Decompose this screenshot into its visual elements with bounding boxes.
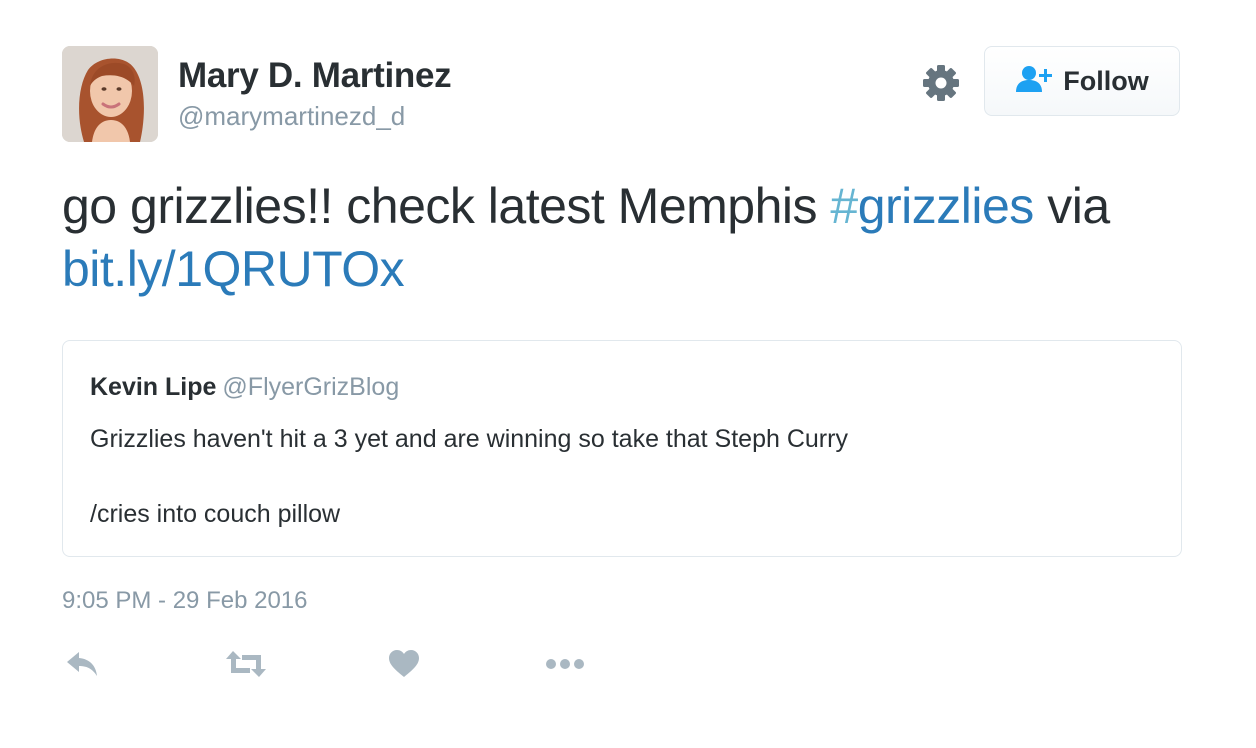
tweet-text-part: via [1033, 178, 1110, 234]
avatar-photo [62, 46, 158, 142]
reply-icon [64, 649, 100, 684]
like-icon [388, 649, 420, 684]
add-user-icon [1015, 64, 1053, 99]
quoted-tweet-text-line: Grizzlies haven't hit a 3 yet and are wi… [90, 425, 848, 453]
author-display-name[interactable]: Mary D. Martinez [178, 58, 452, 93]
follow-button-label: Follow [1063, 65, 1149, 96]
author-screen-name[interactable]: @marymartinezd_d [178, 103, 405, 129]
tweet-text: go grizzlies!! check latest Memphis #gri… [62, 175, 1192, 301]
retweet-button[interactable] [222, 647, 270, 685]
hashtag-symbol: # [830, 178, 858, 234]
hashtag-link[interactable]: #grizzlies [830, 178, 1035, 234]
tweet-url-link[interactable]: bit.ly/1QRUTOx [62, 241, 405, 297]
quoted-tweet[interactable]: Kevin Lipe @FlyerGrizBlog Grizzlies haven… [62, 340, 1182, 557]
retweet-icon [224, 649, 268, 684]
gear-icon[interactable] [921, 63, 961, 103]
avatar[interactable] [62, 46, 158, 142]
tweet-timestamp[interactable]: 9:05 PM - 29 Feb 2016 [62, 589, 307, 613]
quoted-tweet-name: Kevin Lipe [90, 373, 217, 401]
reply-button[interactable] [62, 647, 102, 685]
more-icon [545, 657, 585, 675]
quoted-tweet-author: Kevin Lipe @FlyerGrizBlog [90, 375, 399, 400]
follow-button[interactable]: Follow [984, 46, 1180, 116]
quoted-tweet-handle: @FlyerGrizBlog [222, 373, 400, 401]
like-button[interactable] [386, 647, 422, 685]
tweet-text-part: go grizzlies!! check latest Memphis [62, 178, 831, 234]
quoted-tweet-text-line: /cries into couch pillow [90, 500, 341, 528]
hashtag-text: grizzlies [857, 178, 1035, 234]
more-button[interactable] [543, 647, 587, 685]
